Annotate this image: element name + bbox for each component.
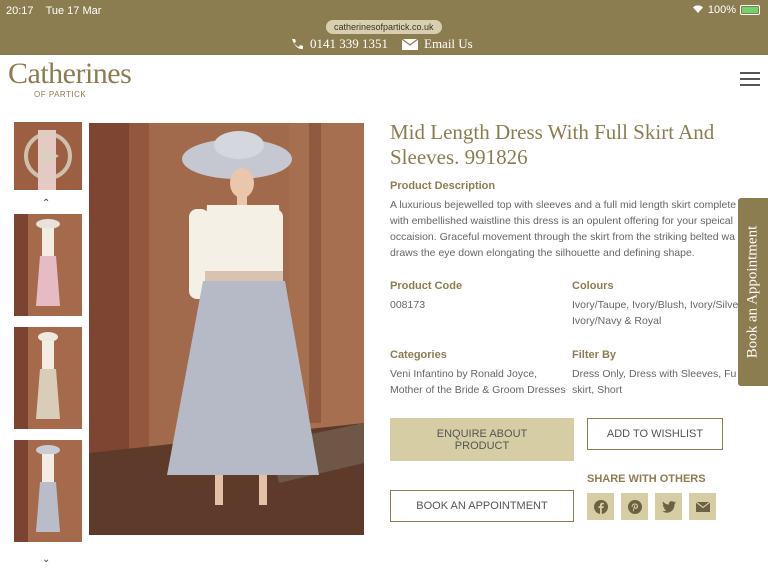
battery-icon: [740, 5, 760, 15]
filter-line[interactable]: skirt, Short: [572, 382, 738, 398]
thumbnails-up-chevron-icon[interactable]: ⌃: [42, 198, 50, 209]
email-label: Email Us: [424, 36, 473, 51]
categories-label: Categories: [390, 349, 447, 361]
share-label: SHARE WITH OTHERS: [587, 473, 706, 485]
product-description: A luxurious bejewelled top with sleeves …: [390, 197, 768, 261]
top-header-bar: 20:17 Tue 17 Mar 100% catherinesofpartic…: [0, 0, 768, 55]
thumbnail-taupe[interactable]: [14, 327, 82, 429]
share-icons-row: [587, 493, 716, 520]
main-product-image[interactable]: [89, 123, 364, 535]
phone-number: 0141 339 1351: [310, 36, 388, 51]
logo-subtitle: OF PARTICK: [34, 90, 87, 99]
description-label: Product Description: [390, 180, 496, 192]
contact-strip: 0141 339 1351 Email Us: [290, 36, 473, 52]
status-indicators: 100%: [692, 4, 760, 16]
twitter-icon[interactable]: [655, 493, 682, 520]
pinterest-icon[interactable]: [621, 493, 648, 520]
filter-by-value[interactable]: Dress Only, Dress with Sleeves, Fu skirt…: [572, 366, 738, 398]
thumbnail-blush-art: [14, 214, 82, 316]
thumbnail-silver-art: [14, 440, 82, 542]
thumbnail-blush[interactable]: [14, 214, 82, 316]
colours-line: Ivory/Navy & Royal: [572, 315, 662, 327]
product-code-label: Product Code: [390, 280, 463, 292]
thumbnail-silver[interactable]: [14, 440, 82, 542]
facebook-icon[interactable]: [587, 493, 614, 520]
enquire-button[interactable]: ENQUIRE ABOUT PRODUCT: [390, 418, 574, 461]
description-line: with embellished waistline this dress is…: [390, 215, 733, 227]
email-link[interactable]: Email Us: [402, 36, 473, 52]
categories-line[interactable]: Mother of the Bride & Groom Dresses: [390, 382, 566, 398]
book-appointment-button[interactable]: BOOK AN APPOINTMENT: [390, 490, 574, 522]
thumbnail-video[interactable]: [14, 122, 82, 190]
phone-link[interactable]: 0141 339 1351: [290, 36, 388, 52]
status-time: 20:17 Tue 17 Mar: [6, 5, 101, 17]
phone-icon: [290, 38, 304, 50]
add-to-wishlist-button[interactable]: ADD TO WISHLIST: [587, 418, 723, 450]
battery-percent: 100%: [707, 4, 736, 16]
video-thumbnail-art: [14, 122, 82, 190]
description-line: draws the eye down elongating the silhou…: [390, 247, 695, 259]
menu-hamburger-icon[interactable]: [740, 72, 760, 86]
status-clock: 20:17: [6, 5, 34, 17]
filter-line[interactable]: Dress Only, Dress with Sleeves, Fu: [572, 366, 738, 382]
logo-name: Catherines: [8, 57, 132, 90]
colours-line: Ivory/Taupe, Ivory/Blush, Ivory/Silve: [572, 299, 738, 311]
categories-value[interactable]: Veni Infantino by Ronald Joyce, Mother o…: [390, 366, 566, 398]
product-title: Mid Length Dress With Full Skirt And Sle…: [390, 120, 715, 169]
colours-label: Colours: [572, 280, 614, 292]
product-photo-art: [89, 123, 364, 535]
envelope-icon: [402, 38, 418, 50]
thumbnails-down-chevron-icon[interactable]: ⌄: [42, 554, 50, 565]
status-date: Tue 17 Mar: [45, 5, 102, 17]
url-bar[interactable]: catherinesofpartick.co.uk: [326, 20, 442, 34]
wifi-icon: [692, 4, 704, 16]
filter-by-label: Filter By: [572, 349, 617, 361]
colours-value: Ivory/Taupe, Ivory/Blush, Ivory/Silve Iv…: [572, 297, 738, 329]
email-share-icon[interactable]: [689, 493, 716, 520]
side-tab-label: Book an Appointment: [744, 225, 761, 359]
product-code-value: 008173: [390, 299, 426, 311]
description-line: A luxurious bejewelled top with sleeves …: [390, 199, 737, 211]
categories-line[interactable]: Veni Infantino by Ronald Joyce,: [390, 366, 566, 382]
thumbnail-taupe-art: [14, 327, 82, 429]
description-line: occaision. Graceful movement through the…: [390, 231, 735, 243]
book-appointment-side-tab[interactable]: Book an Appointment: [738, 198, 768, 386]
site-logo[interactable]: Catherines OF PARTICK: [8, 57, 132, 100]
